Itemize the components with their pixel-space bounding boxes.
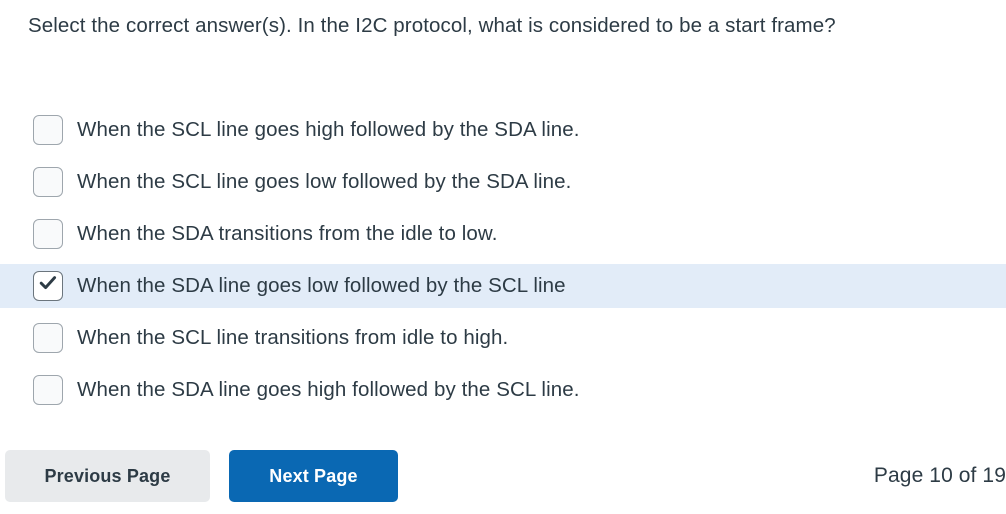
page-indicator: Page 10 of 19 [873, 464, 1006, 487]
answer-option-label: When the SDA transitions from the idle t… [77, 222, 498, 245]
checkbox-icon[interactable] [33, 115, 63, 145]
checkbox-icon[interactable] [33, 375, 63, 405]
question-prompt: Select the correct answer(s). In the I2C… [28, 14, 836, 37]
checkbox-icon[interactable] [33, 271, 63, 301]
answer-options-list: When the SCL line goes high followed by … [0, 108, 1006, 420]
answer-option-row[interactable]: When the SDA transitions from the idle t… [0, 212, 1006, 256]
checkmark-icon [38, 273, 58, 298]
previous-page-button[interactable]: Previous Page [5, 450, 210, 502]
quiz-navigation-footer: Previous Page Next Page Page 10 of 19 [0, 450, 1006, 506]
next-page-button[interactable]: Next Page [229, 450, 398, 502]
answer-option-row[interactable]: When the SCL line goes low followed by t… [0, 160, 1006, 204]
answer-option-row[interactable]: When the SCL line transitions from idle … [0, 316, 1006, 360]
checkbox-icon[interactable] [33, 219, 63, 249]
answer-option-label: When the SDA line goes high followed by … [77, 378, 580, 401]
answer-option-label: When the SCL line transitions from idle … [77, 326, 509, 349]
answer-option-row-selected[interactable]: When the SDA line goes low followed by t… [0, 264, 1006, 308]
checkbox-icon[interactable] [33, 323, 63, 353]
answer-option-row[interactable]: When the SCL line goes high followed by … [0, 108, 1006, 152]
quiz-question-page: Select the correct answer(s). In the I2C… [0, 0, 1006, 514]
checkbox-icon[interactable] [33, 167, 63, 197]
answer-option-label: When the SCL line goes high followed by … [77, 118, 580, 141]
answer-option-row[interactable]: When the SDA line goes high followed by … [0, 368, 1006, 412]
answer-option-label: When the SDA line goes low followed by t… [77, 274, 566, 297]
answer-option-label: When the SCL line goes low followed by t… [77, 170, 572, 193]
